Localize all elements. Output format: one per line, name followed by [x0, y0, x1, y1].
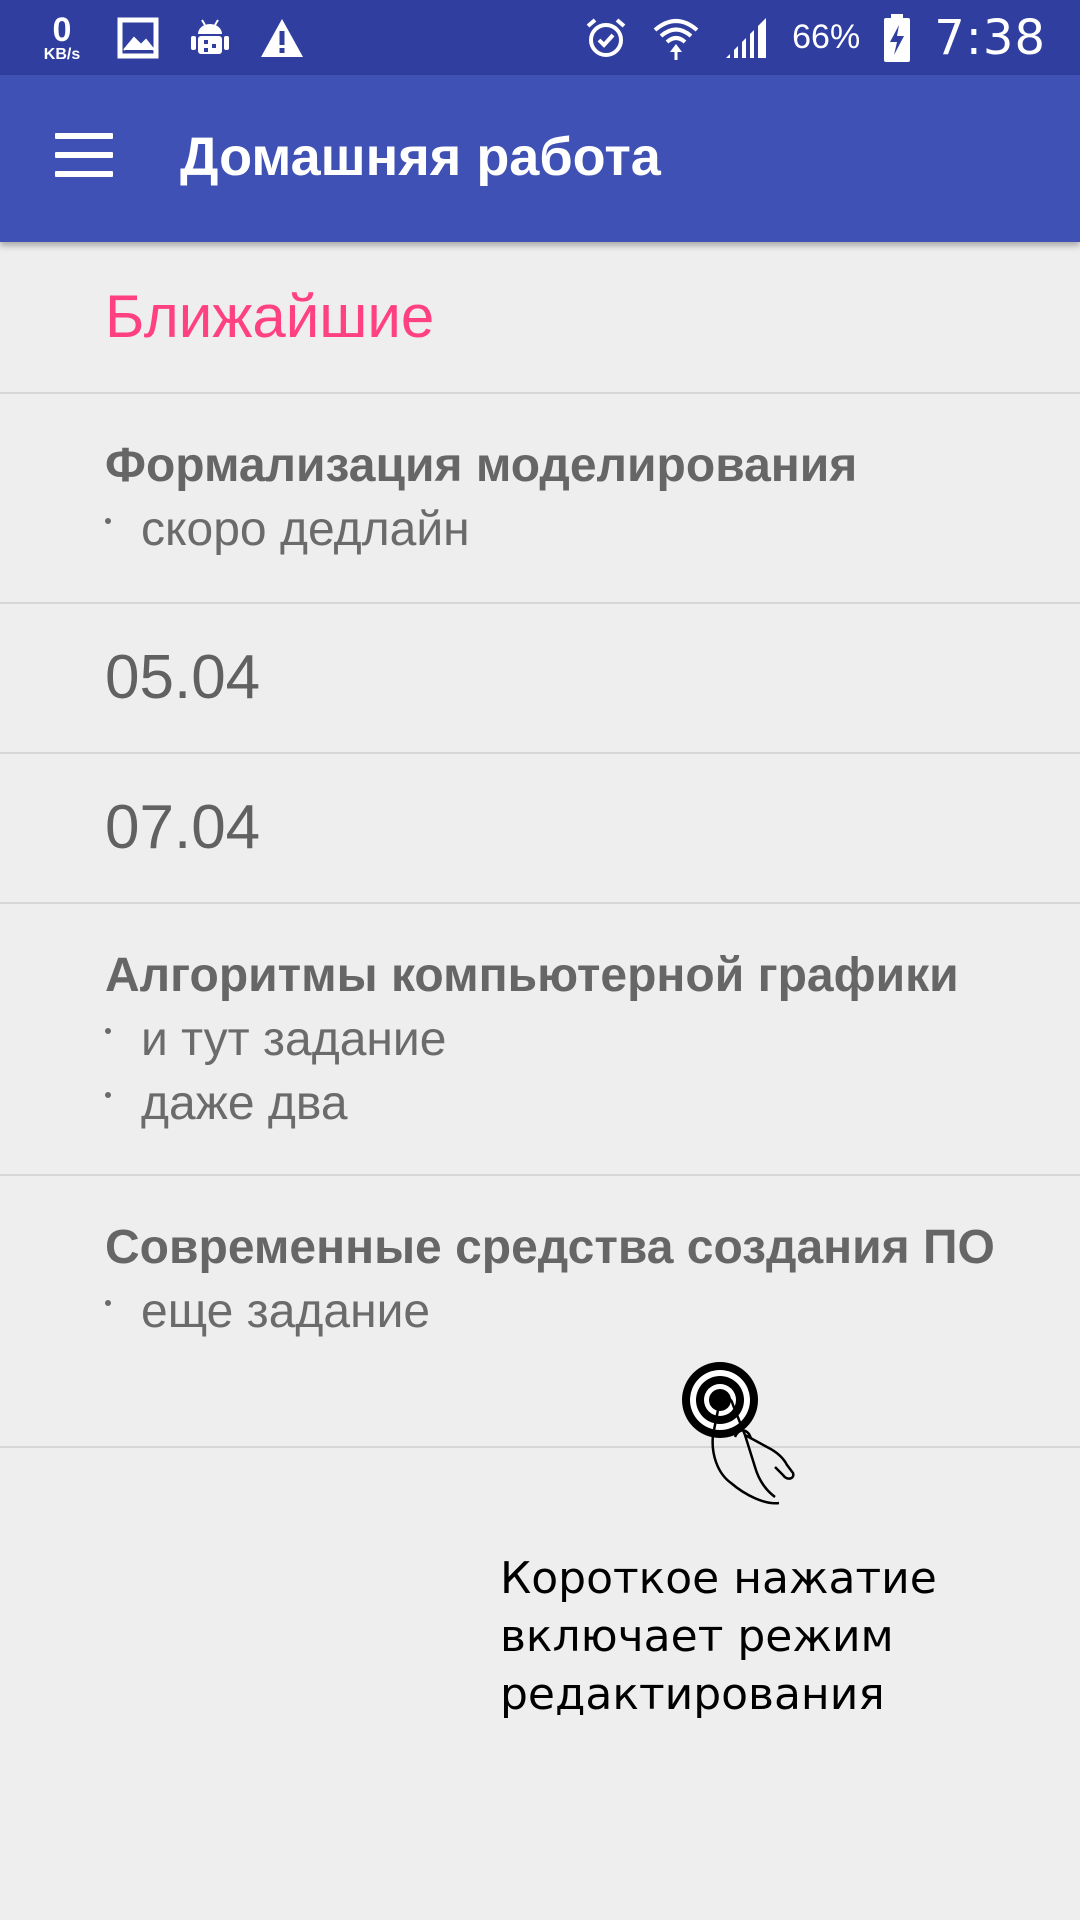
android-debug-icon: [191, 19, 229, 54]
task-item: еще задание: [105, 1280, 1080, 1344]
task-item: и тут задание: [105, 1008, 1080, 1072]
network-speed-unit: KB/s: [43, 46, 81, 63]
bullet-icon: [105, 1092, 111, 1098]
subject-title: Современные средства создания ПО: [105, 1221, 995, 1274]
task-item: даже два: [105, 1072, 1080, 1136]
hint-text: Короткое нажатие включает режим редактир…: [500, 1550, 1060, 1724]
battery-charging-icon: [884, 13, 911, 62]
status-bar: 0 KB/s 66% 7:38: [0, 0, 1080, 75]
hint-line: Короткое нажатие: [500, 1553, 937, 1604]
battery-percent: 66%: [792, 18, 861, 56]
bullet-icon: [105, 1300, 111, 1306]
tap-gesture-icon: [682, 1362, 795, 1505]
date-label: 05.04: [105, 643, 261, 712]
hamburger-menu-icon[interactable]: [55, 133, 113, 177]
list-item[interactable]: 07.04: [0, 754, 1080, 904]
task-text: скоро дедлайн: [141, 503, 470, 556]
network-speed-value: 0: [52, 11, 72, 49]
alarm-icon: [586, 17, 626, 57]
task-text: еще задание: [141, 1285, 431, 1338]
hint-line: редактирования: [500, 1669, 885, 1720]
list-item[interactable]: Современные средства создания ПО еще зад…: [0, 1176, 1080, 1448]
warning-icon: [261, 19, 303, 57]
signal-icon: [726, 17, 767, 58]
section-header-label: Ближайшие: [105, 283, 435, 350]
image-icon: [117, 17, 159, 59]
subject-title: Формализация моделирования: [105, 439, 858, 492]
subject-title: Алгоритмы компьютерной графики: [105, 949, 959, 1002]
date-label: 07.04: [105, 793, 261, 862]
task-text: даже два: [141, 1077, 348, 1130]
list-item[interactable]: Алгоритмы компьютерной графики и тут зад…: [0, 904, 1080, 1176]
task-item: скоро дедлайн: [105, 498, 1080, 562]
section-header: Ближайшие: [0, 242, 1080, 394]
hint-line: включает режим: [500, 1611, 894, 1662]
app-bar: Домашняя работа: [0, 75, 1080, 242]
page-title: Домашняя работа: [180, 127, 661, 187]
bullet-icon: [105, 1028, 111, 1034]
list-item[interactable]: Формализация моделирования скоро дедлайн: [0, 394, 1080, 604]
task-text: и тут задание: [141, 1013, 447, 1066]
homework-list: Ближайшие Формализация моделирования ско…: [0, 242, 1080, 1448]
wifi-icon: [653, 18, 699, 60]
list-item[interactable]: 05.04: [0, 604, 1080, 754]
clock: 7:38: [934, 9, 1046, 66]
bullet-icon: [105, 518, 111, 524]
network-speed: 0 KB/s: [34, 13, 90, 63]
